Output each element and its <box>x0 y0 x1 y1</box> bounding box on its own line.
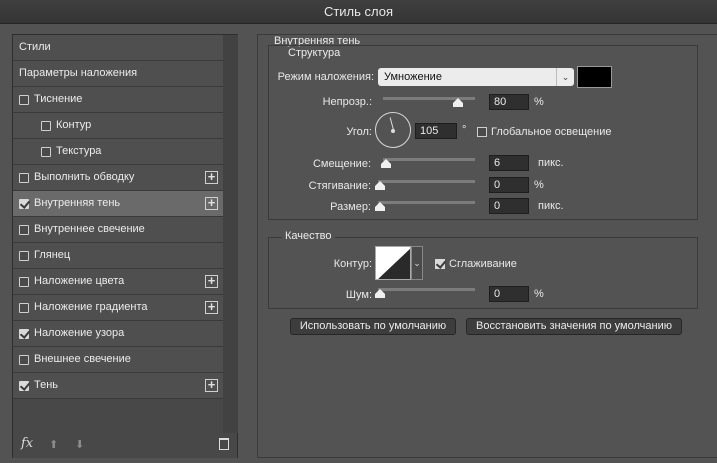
arrow-up-icon[interactable]: ⬆ <box>49 438 58 451</box>
style-item-checkbox[interactable] <box>19 199 29 209</box>
opacity-label: Непрозр.: <box>322 96 372 108</box>
opacity-input[interactable]: 80 <box>489 94 529 110</box>
style-item-label: Контур <box>56 119 92 131</box>
style-item[interactable]: Текстура <box>13 139 223 165</box>
angle-dial-center <box>391 129 395 133</box>
style-item-checkbox[interactable] <box>19 329 29 339</box>
style-item-label: Внутреннее свечение <box>34 223 145 235</box>
antialias-checkbox[interactable] <box>435 259 445 269</box>
angle-dial[interactable] <box>375 112 411 148</box>
noise-unit: % <box>534 288 544 300</box>
style-item-checkbox[interactable] <box>41 121 51 131</box>
styles-footer: fx ⬆ ⬇ <box>13 433 237 458</box>
size-input[interactable]: 0 <box>489 198 529 214</box>
noise-label: Шум: <box>345 289 372 301</box>
styles-panel: Стили Параметры наложения Тиснение Контур Те… <box>12 34 238 458</box>
style-item-label: Наложение узора <box>34 327 125 339</box>
style-item-checkbox[interactable] <box>19 355 29 365</box>
arrow-down-icon[interactable]: ⬇ <box>75 438 84 451</box>
noise-input[interactable]: 0 <box>489 286 529 302</box>
style-item-checkbox[interactable] <box>19 225 29 235</box>
style-item[interactable]: Внутренняя тень + <box>13 191 223 217</box>
style-item[interactable]: Глянец <box>13 243 223 269</box>
style-item[interactable]: Внутреннее свечение <box>13 217 223 243</box>
style-item[interactable]: Выполнить обводку + <box>13 165 223 191</box>
angle-unit: ° <box>462 124 467 136</box>
quality-title: Качество <box>282 230 335 242</box>
trash-icon[interactable] <box>219 438 229 450</box>
window-title: Стиль слоя <box>0 0 717 24</box>
style-item-label: Глянец <box>34 249 71 261</box>
contour-curve-icon <box>378 248 410 279</box>
size-unit: пикс. <box>538 200 564 212</box>
add-effect-icon[interactable]: + <box>205 274 218 288</box>
blend-mode-value: Умножение <box>384 71 442 83</box>
contour-label: Контур: <box>333 258 372 270</box>
style-item[interactable]: Тень + <box>13 373 223 399</box>
style-item[interactable]: Параметры наложения <box>13 61 223 87</box>
antialias-label: Сглаживание <box>449 258 517 270</box>
distance-label: Смещение: <box>312 158 371 170</box>
style-item-checkbox[interactable] <box>41 147 51 157</box>
style-item[interactable]: Тиснение <box>13 87 223 113</box>
add-effect-icon[interactable]: + <box>205 196 218 210</box>
use-default-button[interactable]: Использовать по умолчанию <box>290 318 456 335</box>
style-item-label: Стили <box>19 41 51 53</box>
chevron-down-icon: ⌄ <box>556 68 574 86</box>
style-item-label: Тень <box>34 379 59 391</box>
add-effect-icon[interactable]: + <box>205 170 218 184</box>
style-item-label: Наложение градиента <box>34 301 148 313</box>
settings-panel: Внутренняя тень Структура Режим наложени… <box>257 34 717 458</box>
choke-label: Стягивание: <box>308 180 371 192</box>
distance-input[interactable]: 6 <box>489 155 529 171</box>
distance-unit: пикс. <box>538 157 564 169</box>
styles-list: Стили Параметры наложения Тиснение Контур Те… <box>13 35 223 399</box>
opacity-unit: % <box>534 96 544 108</box>
angle-label: Угол: <box>346 126 372 138</box>
choke-slider-track[interactable] <box>378 180 475 183</box>
add-effect-icon[interactable]: + <box>205 300 218 314</box>
angle-input[interactable]: 105 <box>415 123 457 139</box>
style-item-label: Внешнее свечение <box>34 353 131 365</box>
style-item-label: Наложение цвета <box>34 275 125 287</box>
choke-unit: % <box>534 179 544 191</box>
size-label: Размер: <box>330 201 371 213</box>
style-item[interactable]: Наложение цвета + <box>13 269 223 295</box>
global-light-checkbox[interactable] <box>477 127 487 137</box>
contour-preview[interactable] <box>375 246 411 280</box>
size-slider-track[interactable] <box>378 201 475 204</box>
style-item-checkbox[interactable] <box>19 381 29 391</box>
blend-mode-label: Режим наложения: <box>277 71 374 83</box>
blend-mode-select[interactable]: Умножение ⌄ <box>378 68 574 86</box>
style-item-checkbox[interactable] <box>19 95 29 105</box>
style-item[interactable]: Внешнее свечение <box>13 347 223 373</box>
style-item-label: Выполнить обводку <box>34 171 135 183</box>
global-light-label: Глобальное освещение <box>491 126 612 138</box>
noise-slider-track[interactable] <box>378 288 475 291</box>
reset-default-button[interactable]: Восстановить значения по умолчанию <box>466 318 682 335</box>
choke-input[interactable]: 0 <box>489 177 529 193</box>
styles-scrollbar[interactable] <box>223 35 238 433</box>
style-item[interactable]: Наложение узора <box>13 321 223 347</box>
style-item-label: Параметры наложения <box>19 67 138 79</box>
contour-dropdown-chevron[interactable]: ⌄ <box>411 246 423 280</box>
style-item-label: Тиснение <box>34 93 83 105</box>
shadow-color-swatch[interactable] <box>577 66 612 88</box>
style-item-checkbox[interactable] <box>19 277 29 287</box>
style-item[interactable]: Контур <box>13 113 223 139</box>
style-item-checkbox[interactable] <box>19 173 29 183</box>
style-item-checkbox[interactable] <box>19 251 29 261</box>
fx-icon[interactable]: fx <box>21 436 33 451</box>
style-item[interactable]: Наложение градиента + <box>13 295 223 321</box>
distance-slider-track[interactable] <box>383 158 475 161</box>
structure-title: Структура <box>285 47 344 59</box>
style-item[interactable]: Стили <box>13 35 223 61</box>
style-item-label: Внутренняя тень <box>34 197 121 209</box>
opacity-slider-track[interactable] <box>383 97 475 100</box>
add-effect-icon[interactable]: + <box>205 378 218 392</box>
style-item-label: Текстура <box>56 145 102 157</box>
style-item-checkbox[interactable] <box>19 303 29 313</box>
